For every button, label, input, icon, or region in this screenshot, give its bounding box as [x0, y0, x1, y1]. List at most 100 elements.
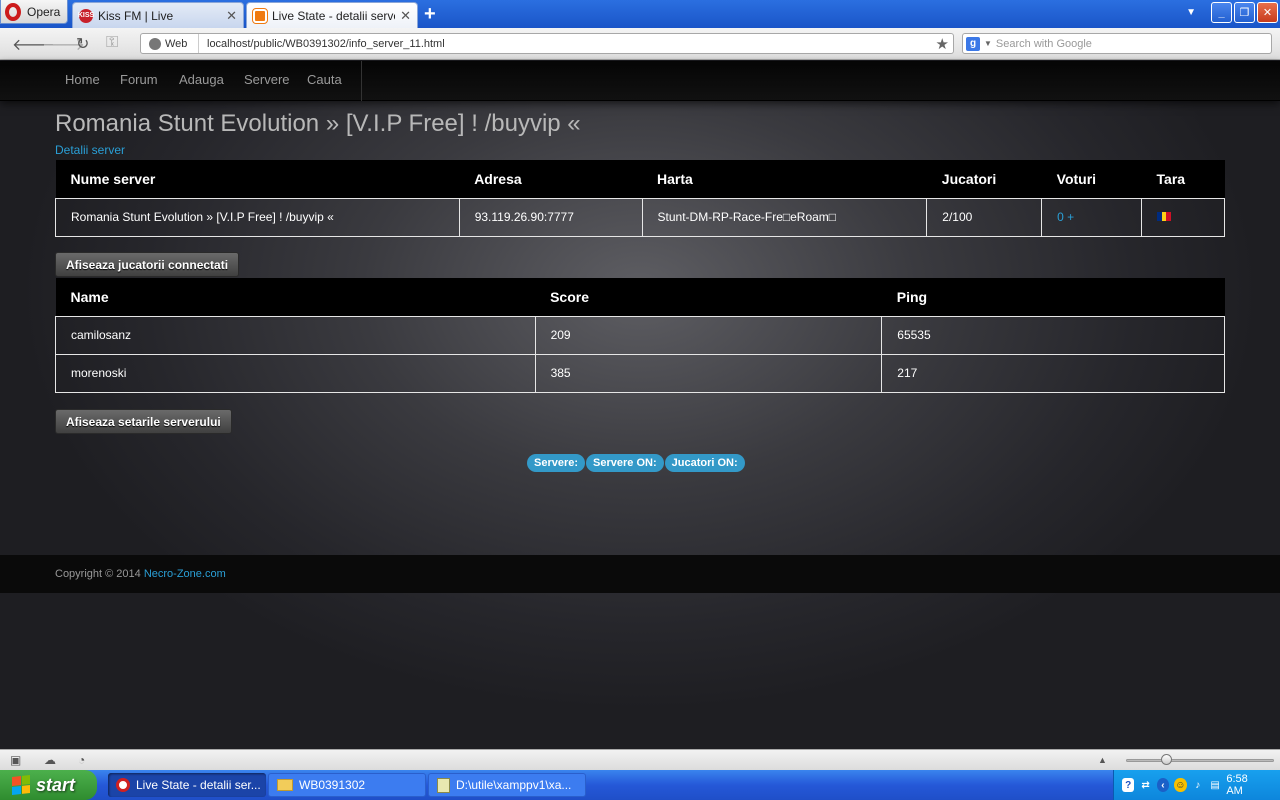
xampp-favicon-icon: [252, 7, 268, 24]
hide-icons-chevron-icon[interactable]: ‹: [1156, 778, 1170, 792]
url-text[interactable]: localhost/public/WB0391302/info_server_1…: [199, 38, 936, 50]
romania-flag-icon: [1157, 212, 1172, 221]
opera-menu-label: Opera: [27, 4, 61, 19]
taskbar-item-label: Live State - detalii ser...: [136, 778, 261, 792]
volume-icon[interactable]: ♪: [1192, 778, 1204, 792]
minimize-icon[interactable]: _: [1211, 2, 1232, 23]
tab-live-state[interactable]: Live State - detalii server ✕: [246, 2, 418, 28]
servers-badge: Servere:: [527, 454, 586, 472]
taskbar-item-opera[interactable]: Live State - detalii ser...: [108, 773, 266, 797]
player-name-cell: camilosanz: [55, 315, 536, 355]
zoom-slider-track[interactable]: [1126, 759, 1274, 762]
taskbar-item-notepad[interactable]: D:\utile\xamppv1\xa...: [428, 773, 586, 797]
player-score-cell: 385: [534, 353, 883, 393]
nav-cauta[interactable]: Cauta: [307, 72, 342, 87]
nav-adauga[interactable]: Adauga: [179, 72, 224, 87]
panel-toggle-icon[interactable]: ▣: [10, 753, 21, 767]
server-name-cell: Romania Stunt Evolution » [V.I.P Free] !…: [55, 197, 460, 237]
tab-kiss-fm[interactable]: KISS Kiss FM | Live ✕: [72, 2, 244, 28]
folder-icon: [277, 779, 293, 791]
start-label: start: [36, 774, 76, 795]
nav-servere[interactable]: Servere: [244, 72, 290, 87]
opera-logo-icon: [5, 2, 21, 21]
col-header-map: Harta: [642, 160, 927, 198]
player-name-cell: morenoski: [55, 353, 536, 393]
tab-label: Kiss FM | Live: [98, 8, 174, 23]
tab-list-chevron-icon[interactable]: ▼: [1186, 7, 1196, 18]
site-footer: Copyright © 2014 Necro-Zone.com: [0, 555, 1280, 593]
new-tab-plus-icon[interactable]: +: [424, 3, 436, 26]
windows-logo-icon: [12, 775, 30, 795]
tab-label: Live State - detalii server: [272, 8, 396, 23]
nav-divider: [361, 61, 362, 101]
players-online-badge: Jucatori ON:: [664, 454, 745, 472]
page-title: Romania Stunt Evolution » [V.I.P Free] !…: [55, 110, 581, 137]
taskbar-item-label: WB0391302: [299, 778, 366, 792]
web-security-badge[interactable]: Web: [141, 34, 199, 53]
show-players-button[interactable]: Afiseaza jucatorii connectati: [55, 252, 240, 277]
col-header-score: Score: [535, 278, 882, 316]
server-address-cell: 93.119.26.90:7777: [458, 197, 643, 237]
server-country-cell: [1141, 197, 1225, 237]
table-header-row: Name Score Ping: [55, 278, 1225, 316]
key-icon[interactable]: ⚿: [106, 34, 118, 52]
web-page: Home Forum Adauga Servere Cauta Romania …: [0, 61, 1280, 749]
bookmark-star-icon[interactable]: ★: [936, 35, 953, 53]
zoom-menu-arrow-icon[interactable]: ▲: [1098, 755, 1107, 765]
copyright-text: Copyright © 2014 Necro-Zone.com: [55, 568, 226, 580]
table-row: Romania Stunt Evolution » [V.I.P Free] !…: [55, 197, 1225, 237]
address-toolbar: 🡐 🡒 ↻ ⚿ Web localhost/public/WB0391302/i…: [0, 28, 1280, 60]
col-header-name: Name: [55, 278, 536, 316]
col-header-server-name: Nume server: [55, 160, 460, 198]
opera-unite-cloud-icon[interactable]: ☁: [44, 753, 56, 767]
opera-menu-button[interactable]: Opera: [0, 0, 68, 24]
flag-stripe-red: [1166, 212, 1172, 221]
browser-status-bar: ▣ ☁ ◔ ▲: [0, 749, 1280, 770]
start-button[interactable]: start: [0, 770, 97, 800]
zoom-slider-handle[interactable]: [1161, 754, 1172, 765]
server-map-cell: Stunt-DM-RP-Race-Fre□eRoam□: [641, 197, 928, 237]
footer-link[interactable]: Necro-Zone.com: [144, 568, 226, 580]
reload-icon[interactable]: ↻: [76, 34, 89, 54]
nav-forum[interactable]: Forum: [120, 72, 158, 87]
browser-tab-bar: Opera KISS Kiss FM | Live ✕ Live State -…: [0, 0, 1280, 28]
site-navbar: Home Forum Adauga Servere Cauta: [0, 61, 1280, 101]
tab-close-icon[interactable]: ✕: [226, 8, 237, 24]
vote-link[interactable]: 0 +: [1057, 210, 1074, 224]
col-header-ping: Ping: [881, 278, 1225, 316]
tab-close-icon[interactable]: ✕: [400, 8, 411, 24]
display-icon[interactable]: ▤: [1209, 778, 1221, 792]
opera-icon: [116, 778, 130, 792]
server-details-table: Nume server Adresa Harta Jucatori Voturi…: [55, 160, 1225, 237]
close-window-icon[interactable]: ✕: [1257, 2, 1278, 23]
player-ping-cell: 65535: [881, 315, 1225, 355]
search-engine-chevron-icon[interactable]: ▼: [984, 39, 992, 48]
notepad-icon: [437, 777, 450, 793]
clock[interactable]: 6:58 AM: [1226, 773, 1280, 797]
table-header-row: Nume server Adresa Harta Jucatori Voturi…: [55, 160, 1225, 198]
table-row: morenoski 385 217: [55, 353, 1225, 393]
col-header-players: Jucatori: [926, 160, 1042, 198]
messenger-smiley-icon[interactable]: ☺: [1174, 778, 1187, 792]
player-ping-cell: 217: [881, 353, 1225, 393]
search-input[interactable]: g ▼ Search with Google: [962, 33, 1272, 54]
show-settings-button[interactable]: Afiseaza setarile serverului: [55, 409, 232, 434]
col-header-address: Adresa: [459, 160, 643, 198]
server-votes-cell: 0 +: [1041, 197, 1143, 237]
address-field[interactable]: Web localhost/public/WB0391302/info_serv…: [140, 33, 954, 54]
help-icon[interactable]: ?: [1122, 778, 1135, 792]
globe-icon: [149, 37, 161, 50]
col-header-votes: Voturi: [1041, 160, 1142, 198]
restore-icon[interactable]: ❐: [1234, 2, 1255, 23]
server-players-cell: 2/100: [926, 197, 1043, 237]
turbo-speed-icon[interactable]: ◔: [78, 753, 85, 767]
stats-badges: Servere: Servere ON: Jucatori ON:: [527, 454, 745, 472]
search-placeholder: Search with Google: [995, 37, 1092, 50]
google-search-icon[interactable]: g: [966, 36, 980, 51]
taskbar-item-folder[interactable]: WB0391302: [268, 773, 426, 797]
col-header-country: Tara: [1141, 160, 1225, 198]
network-icon[interactable]: ⇄: [1139, 778, 1151, 792]
nav-home[interactable]: Home: [65, 72, 100, 87]
kiss-fm-favicon-icon: KISS: [78, 8, 94, 23]
web-badge-label: Web: [165, 37, 188, 50]
